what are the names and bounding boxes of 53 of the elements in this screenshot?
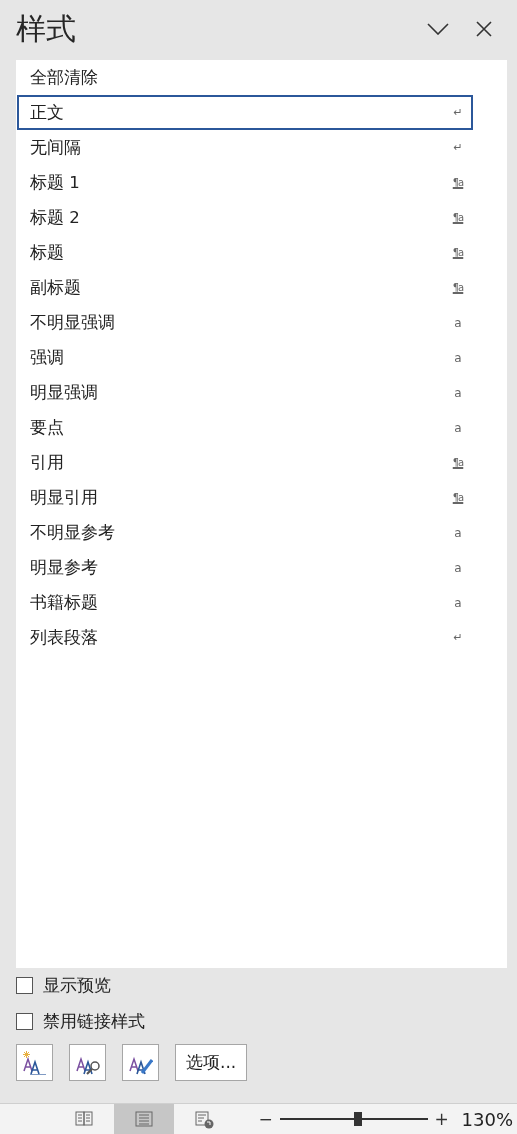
style-item[interactable]: 要点 a (17, 410, 473, 445)
style-item[interactable]: 书籍标题 a (17, 585, 473, 620)
style-item[interactable]: 正文 ↵ (17, 95, 473, 130)
open-book-icon (73, 1109, 94, 1129)
character-style-mark: a (453, 385, 463, 400)
linked-style-mark: ¶a (451, 492, 465, 503)
character-style-mark: a (453, 315, 463, 330)
style-item[interactable]: 明显强调 a (17, 375, 473, 410)
linked-style-mark: ¶a (451, 177, 465, 188)
checkbox[interactable] (16, 976, 33, 994)
paragraph-style-mark: ↵ (452, 106, 464, 119)
checkbox[interactable] (16, 1012, 33, 1030)
pane-title: 样式 (16, 9, 77, 48)
style-inspector-button[interactable] (69, 1044, 106, 1081)
character-style-mark: a (453, 420, 463, 435)
slider-thumb[interactable] (353, 1112, 362, 1126)
page-globe-icon (193, 1109, 214, 1129)
options-button[interactable]: 选项... (175, 1044, 248, 1081)
zoom-slider[interactable] (279, 1112, 428, 1126)
linked-style-mark: ¶a (451, 247, 465, 258)
style-item[interactable]: 引用 ¶a (17, 445, 473, 480)
character-style-mark: a (453, 525, 463, 540)
chevron-down-icon (427, 23, 449, 35)
zoom-level[interactable]: 130% (461, 1108, 513, 1130)
linked-style-mark: ¶a (451, 212, 465, 223)
style-item[interactable]: 全部清除 (17, 60, 473, 95)
style-item[interactable]: 明显参考 a (17, 550, 473, 585)
style-item[interactable]: 副标题 ¶a (17, 270, 473, 305)
zoom-in-button[interactable]: + (431, 1109, 452, 1129)
style-item[interactable]: 标题 1 ¶a (17, 165, 473, 200)
style-item[interactable]: 明显引用 ¶a (17, 480, 473, 515)
paragraph-style-mark: ↵ (452, 631, 464, 644)
checkbox-label: 禁用链接样式 (43, 1009, 145, 1033)
style-item[interactable]: 不明显强调 a (17, 305, 473, 340)
style-item[interactable]: 标题 ¶a (17, 235, 473, 270)
style-item[interactable]: 强调 a (17, 340, 473, 375)
manage-styles-button[interactable] (122, 1044, 159, 1081)
character-style-mark: a (453, 595, 463, 610)
page-lines-icon (133, 1109, 154, 1129)
close-icon (476, 21, 492, 37)
linked-style-mark: ¶a (451, 282, 465, 293)
style-item[interactable]: 不明显参考 a (17, 515, 473, 550)
character-style-mark: a (453, 350, 463, 365)
paragraph-style-mark: ↵ (452, 141, 464, 154)
zoom-out-button[interactable]: − (255, 1109, 276, 1129)
style-item[interactable]: 标题 2 ¶a (17, 200, 473, 235)
character-style-mark: a (453, 560, 463, 575)
style-item[interactable]: 无间隔 ↵ (17, 130, 473, 165)
style-item[interactable]: 列表段落 ↵ (17, 620, 473, 655)
sparkle-letters-icon (22, 1050, 47, 1075)
linked-style-mark: ¶a (451, 457, 465, 468)
checkbox-label: 显示预览 (43, 973, 111, 997)
new-style-button[interactable] (16, 1044, 53, 1081)
